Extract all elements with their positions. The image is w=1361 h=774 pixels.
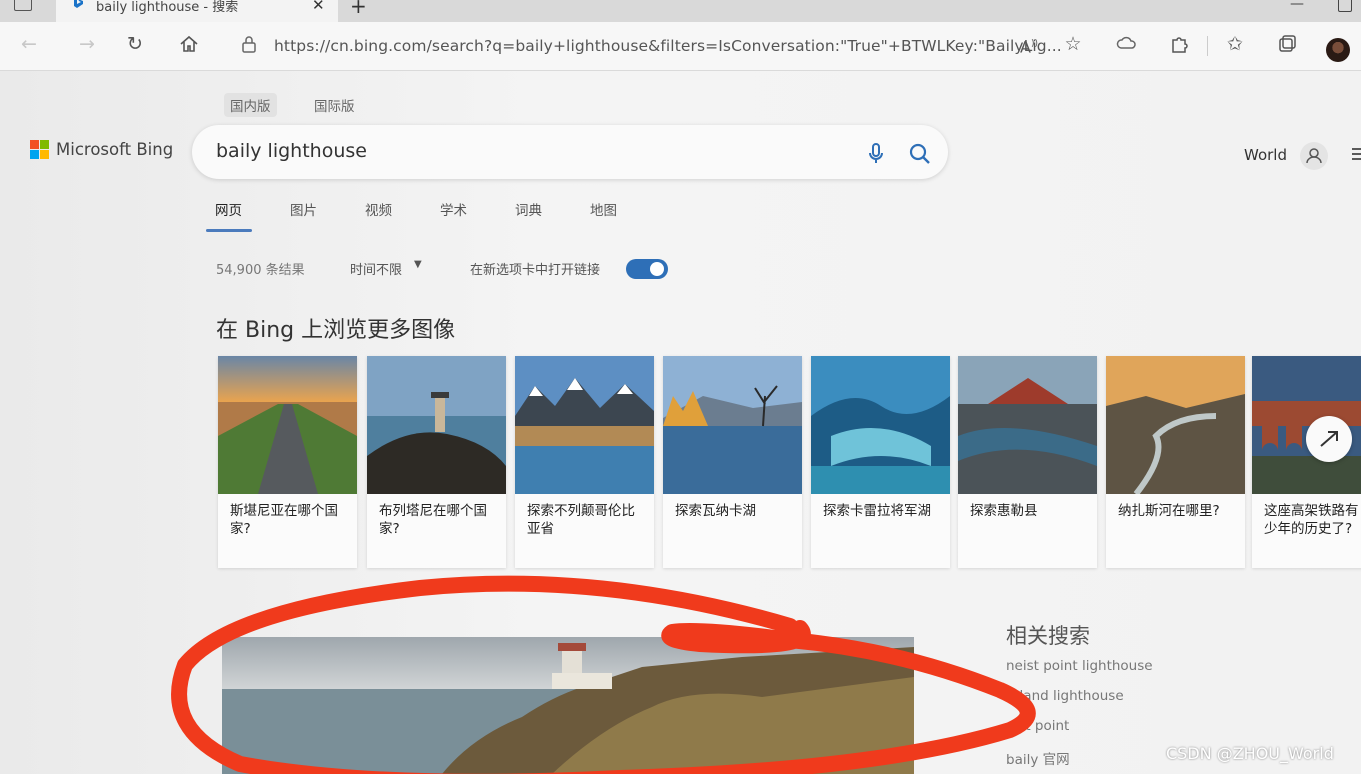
hamburger-menu-icon[interactable] xyxy=(1350,146,1361,162)
arrow-right-icon xyxy=(1320,431,1338,447)
card-image xyxy=(367,356,506,494)
images-section-title: 在 Bing 上浏览更多图像 xyxy=(216,318,456,343)
forward-icon[interactable]: → xyxy=(76,33,98,55)
favorite-add-icon[interactable]: ☆ xyxy=(1062,33,1084,55)
toolbar-divider xyxy=(1207,36,1208,56)
scope-international[interactable]: 国际版 xyxy=(308,93,361,117)
image-card[interactable]: 这座高架铁路有少年的历史了? xyxy=(1252,356,1361,568)
microphone-icon[interactable] xyxy=(866,142,886,166)
tab-actions-icon[interactable] xyxy=(14,0,32,11)
search-input[interactable]: baily lighthouse xyxy=(216,140,367,162)
related-search-link[interactable]: baily 官网 xyxy=(1006,748,1070,768)
card-caption[interactable]: 纳扎斯河在哪里? xyxy=(1118,502,1239,520)
card-caption[interactable]: 探索惠勒县 xyxy=(970,502,1091,520)
open-in-new-tab-label: 在新选项卡中打开链接 xyxy=(470,263,601,278)
card-image xyxy=(218,356,357,494)
related-search-link[interactable]: neist point lighthouse xyxy=(1006,658,1153,674)
image-card[interactable]: 斯堪尼亚在哪个国家? xyxy=(218,356,357,568)
account-icon[interactable] xyxy=(1300,142,1328,170)
home-icon[interactable] xyxy=(178,33,200,55)
read-aloud-icon[interactable]: A)) xyxy=(1018,33,1040,56)
site-info-icon[interactable] xyxy=(238,33,260,55)
new-tab-icon[interactable]: + xyxy=(350,0,367,18)
card-image xyxy=(811,356,950,494)
tab-maps[interactable]: 地图 xyxy=(590,199,617,219)
image-card[interactable]: 纳扎斯河在哪里? xyxy=(1106,356,1245,568)
tab-images[interactable]: 图片 xyxy=(290,199,317,219)
tab-videos[interactable]: 视频 xyxy=(365,199,392,219)
back-icon[interactable]: ← xyxy=(18,33,40,55)
bing-logo-text[interactable]: Microsoft Bing xyxy=(56,140,173,159)
tab-title: baily lighthouse - 搜索 xyxy=(96,0,239,15)
image-card[interactable]: 布列塔尼在哪个国家? xyxy=(367,356,506,568)
profile-avatar[interactable] xyxy=(1326,38,1350,62)
result-count: 54,900 条结果 xyxy=(216,263,305,278)
card-caption[interactable]: 探索不列颠哥伦比亚省 xyxy=(527,502,648,538)
close-tab-icon[interactable]: ✕ xyxy=(312,0,325,14)
card-caption[interactable]: 这座高架铁路有少年的历史了? xyxy=(1264,502,1361,538)
bing-favicon-icon xyxy=(74,0,83,8)
card-image xyxy=(958,356,1097,494)
card-caption[interactable]: 探索瓦纳卡湖 xyxy=(675,502,796,520)
related-search-link[interactable]: reland lighthouse xyxy=(1006,688,1124,704)
card-image xyxy=(663,356,802,494)
refresh-icon[interactable]: ↻ xyxy=(124,33,146,55)
image-card[interactable]: 探索惠勒县 xyxy=(958,356,1097,568)
region-label[interactable]: World xyxy=(1244,146,1287,164)
related-search-link[interactable]: nist point xyxy=(1006,718,1069,734)
collections-icon[interactable] xyxy=(1276,33,1298,55)
minimize-icon[interactable]: — xyxy=(1290,0,1304,12)
search-icon[interactable] xyxy=(908,142,932,166)
time-filter-dropdown[interactable]: 时间不限 xyxy=(350,259,402,278)
image-card[interactable]: 探索不列颠哥伦比亚省 xyxy=(515,356,654,568)
extensions-icon[interactable] xyxy=(1168,33,1190,55)
card-caption[interactable]: 斯堪尼亚在哪个国家? xyxy=(230,502,351,538)
microsoft-logo-icon[interactable] xyxy=(30,140,50,160)
card-image xyxy=(515,356,654,494)
image-card[interactable]: 探索卡雷拉将军湖 xyxy=(811,356,950,568)
maximize-icon[interactable] xyxy=(1338,0,1352,12)
lighthouse-result-image[interactable] xyxy=(222,637,914,774)
active-tab-indicator xyxy=(206,229,252,232)
card-image xyxy=(1106,356,1245,494)
watermark: CSDN @ZHOU_World xyxy=(1166,744,1334,763)
tab-academic[interactable]: 学术 xyxy=(440,199,467,219)
cloud-icon[interactable] xyxy=(1116,33,1138,55)
address-bar[interactable]: https://cn.bing.com/search?q=baily+light… xyxy=(274,37,1062,55)
scope-domestic[interactable]: 国内版 xyxy=(224,93,277,117)
related-searches-title: 相关搜索 xyxy=(1006,624,1090,648)
toggle-knob[interactable] xyxy=(650,262,664,276)
card-caption[interactable]: 探索卡雷拉将军湖 xyxy=(823,502,944,520)
tab-dictionary[interactable]: 词典 xyxy=(515,199,542,219)
carousel-next-button[interactable] xyxy=(1306,416,1352,462)
favorites-icon[interactable]: ✩ xyxy=(1224,33,1246,55)
tab-web[interactable]: 网页 xyxy=(215,199,242,219)
chevron-down-icon[interactable]: ▼ xyxy=(414,259,422,270)
card-caption[interactable]: 布列塔尼在哪个国家? xyxy=(379,502,500,538)
image-card[interactable]: 探索瓦纳卡湖 xyxy=(663,356,802,568)
